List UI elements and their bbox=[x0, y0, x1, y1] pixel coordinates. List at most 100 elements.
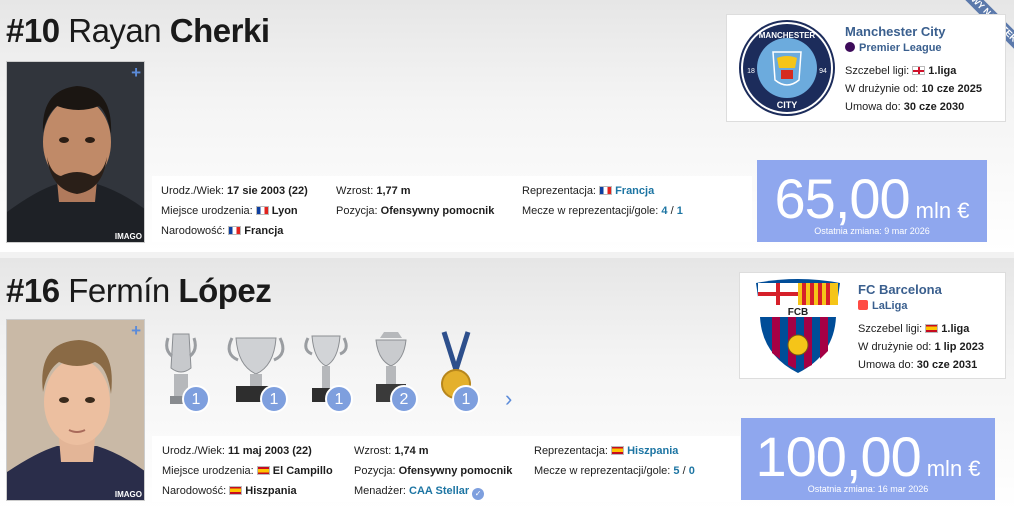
league-level-label: Szczebel ligi: bbox=[845, 65, 910, 77]
premier-league-icon bbox=[845, 42, 855, 52]
position-label: Pozycja: bbox=[336, 205, 378, 217]
france-flag-icon bbox=[228, 226, 242, 235]
joined-label: W drużynie od: bbox=[858, 341, 932, 353]
birth-label: Urodz./Wiek: bbox=[161, 185, 224, 197]
citizenship-value: Francja bbox=[244, 225, 284, 237]
citizenship-row: Narodowość: Francja bbox=[161, 221, 283, 241]
contract-label: Umowa do: bbox=[858, 359, 914, 371]
birthplace-row: Miejsce urodzenia: Lyon bbox=[161, 201, 298, 221]
agent-link[interactable]: CAA Stellar bbox=[409, 485, 469, 497]
birth-row: Urodz./Wiek: 11 maj 2003 (22) bbox=[162, 441, 312, 461]
joined-value: 1 lip 2023 bbox=[934, 341, 984, 353]
svg-text:MANCHESTER: MANCHESTER bbox=[759, 31, 816, 40]
player-last-name: Cherki bbox=[169, 12, 270, 49]
citizenship-row: Narodowość: Hiszpania bbox=[162, 481, 297, 501]
league-level-value[interactable]: 1.liga bbox=[941, 323, 969, 335]
citizenship-label: Narodowość: bbox=[161, 225, 226, 237]
trophy-count: 1 bbox=[452, 385, 480, 413]
photo-credit: IMAGO bbox=[114, 490, 142, 499]
goals-link[interactable]: 1 bbox=[677, 205, 683, 217]
france-flag-icon bbox=[599, 186, 613, 195]
market-value: 100,00 mln € bbox=[741, 424, 995, 489]
player-facts: Urodz./Wiek: 17 sie 2003 (22) Miejsce ur… bbox=[152, 176, 752, 242]
national-team-label: Reprezentacja: bbox=[534, 445, 608, 457]
svg-text:CITY: CITY bbox=[777, 100, 798, 110]
caps-label: Mecze w reprezentacji/gole: bbox=[534, 465, 671, 477]
caps-link[interactable]: 4 bbox=[661, 205, 667, 217]
agent-row: Menadżer: CAA Stellar ✓ bbox=[354, 481, 485, 501]
birth-label: Urodz./Wiek: bbox=[162, 445, 225, 457]
plus-icon[interactable]: + bbox=[131, 63, 141, 83]
player-first-name: Fermín bbox=[68, 272, 170, 309]
laliga-icon bbox=[858, 300, 868, 310]
national-team-link[interactable]: Hiszpania bbox=[627, 445, 678, 457]
national-team-row: Reprezentacja: Hiszpania bbox=[534, 441, 678, 461]
national-team-label: Reprezentacja: bbox=[522, 185, 596, 197]
position-value: Ofensywny pomocnik bbox=[380, 205, 495, 217]
caps-row: Mecze w reprezentacji/gole: 4 / 1 bbox=[522, 205, 683, 217]
league-link[interactable]: LaLiga bbox=[858, 300, 907, 312]
league-link[interactable]: Premier League bbox=[845, 42, 942, 54]
player-card-lopez: #16 Fermín López + IMAGO 1 1 1 2 1 › Uro… bbox=[0, 258, 1014, 510]
position-row: Pozycja: Ofensywny pomocnik bbox=[336, 201, 494, 221]
joined-row: W drużynie od: 10 cze 2025 bbox=[845, 83, 982, 95]
position-value: Ofensywny pomocnik bbox=[398, 465, 513, 477]
caps-row: Mecze w reprezentacji/gole: 5 / 0 bbox=[534, 465, 695, 477]
photo-credit: IMAGO bbox=[114, 232, 142, 241]
caps-label: Mecze w reprezentacji/gole: bbox=[522, 205, 659, 217]
caps-link[interactable]: 5 bbox=[673, 465, 679, 477]
contract-row: Umowa do: 30 cze 2030 bbox=[845, 101, 964, 113]
citizenship-value: Hiszpania bbox=[245, 485, 297, 497]
market-value-amount: 65,00 bbox=[774, 167, 911, 230]
spain-flag-icon bbox=[256, 466, 270, 475]
contract-value: 30 cze 2030 bbox=[903, 101, 965, 113]
birthplace-label: Miejsce urodzenia: bbox=[162, 465, 254, 477]
verified-icon: ✓ bbox=[472, 488, 485, 500]
national-team-link[interactable]: Francja bbox=[615, 185, 654, 197]
shirt-number: #10 bbox=[6, 12, 60, 49]
club-box[interactable]: FCB FC Barcelona LaLiga Szczebel ligi: 1… bbox=[739, 272, 1006, 379]
league-level-value[interactable]: 1.liga bbox=[928, 65, 956, 77]
market-value: 65,00 mln € bbox=[757, 166, 987, 231]
player-photo[interactable]: + IMAGO bbox=[6, 319, 145, 501]
player-facts: Urodz./Wiek: 11 maj 2003 (22) Miejsce ur… bbox=[152, 436, 740, 502]
market-value-unit: mln € bbox=[915, 198, 970, 223]
contract-label: Umowa do: bbox=[845, 101, 901, 113]
citizenship-label: Narodowość: bbox=[162, 485, 227, 497]
player-first-name: Rayan bbox=[68, 12, 162, 49]
contract-value: 30 cze 2031 bbox=[916, 359, 978, 371]
height-value: 1,74 m bbox=[394, 445, 429, 457]
birth-row: Urodz./Wiek: 17 sie 2003 (22) bbox=[161, 181, 308, 201]
market-value-unit: mln € bbox=[926, 456, 981, 481]
market-value-box[interactable]: 100,00 mln € Ostatnia zmiana: 16 mar 2026 bbox=[741, 418, 995, 500]
market-value-amount: 100,00 bbox=[755, 425, 921, 488]
spain-flag-icon bbox=[611, 446, 625, 455]
trophy-count: 1 bbox=[182, 385, 210, 413]
birthplace-value: Lyon bbox=[271, 205, 298, 217]
spain-flag-icon bbox=[229, 486, 243, 495]
league-level-row: Szczebel ligi: 1.liga bbox=[858, 323, 969, 335]
manchester-city-crest-icon[interactable]: MANCHESTER CITY 18 94 bbox=[737, 18, 837, 118]
trophy-count: 1 bbox=[260, 385, 288, 413]
contract-row: Umowa do: 30 cze 2031 bbox=[858, 359, 977, 371]
national-team-row: Reprezentacja: Francja bbox=[522, 181, 654, 201]
fc-barcelona-crest-icon[interactable]: FCB bbox=[750, 277, 846, 377]
player-headline: #10 Rayan Cherki bbox=[6, 12, 270, 50]
club-name-link[interactable]: Manchester City bbox=[845, 24, 945, 39]
position-label: Pozycja: bbox=[354, 465, 396, 477]
svg-text:FCB: FCB bbox=[788, 307, 809, 318]
england-flag-icon bbox=[912, 66, 926, 75]
player-photo[interactable]: + IMAGO bbox=[6, 61, 145, 243]
height-value: 1,77 m bbox=[376, 185, 411, 197]
goals-link[interactable]: 0 bbox=[689, 465, 695, 477]
birthplace-label: Miejsce urodzenia: bbox=[161, 205, 253, 217]
club-name-link[interactable]: FC Barcelona bbox=[858, 282, 942, 297]
league-name: LaLiga bbox=[872, 300, 908, 312]
player-card-cherki: NOWY NABYTEK #10 Rayan Cherki + IMAGO Ur… bbox=[0, 0, 1014, 252]
player-headline: #16 Fermín López bbox=[6, 272, 272, 310]
club-box[interactable]: MANCHESTER CITY 18 94 Manchester City Pr… bbox=[726, 14, 1006, 122]
plus-icon[interactable]: + bbox=[131, 321, 141, 341]
chevron-right-icon[interactable]: › bbox=[505, 386, 512, 412]
height-row: Wzrost: 1,74 m bbox=[354, 441, 429, 461]
market-value-box[interactable]: 65,00 mln € Ostatnia zmiana: 9 mar 2026 bbox=[757, 160, 987, 242]
